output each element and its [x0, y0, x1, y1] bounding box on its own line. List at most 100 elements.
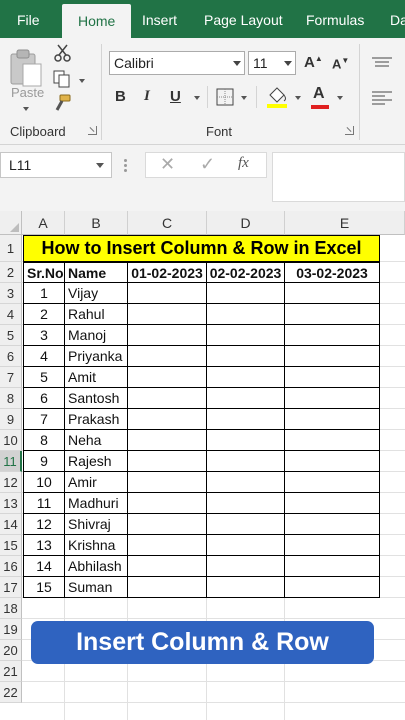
- underline-button[interactable]: U: [170, 88, 181, 105]
- paste-dropdown-icon[interactable]: [23, 107, 29, 111]
- insert-function-icon[interactable]: fx: [238, 155, 249, 172]
- date-value-cell[interactable]: [285, 367, 380, 388]
- cancel-icon[interactable]: ✕: [160, 154, 175, 175]
- date-value-cell[interactable]: [128, 388, 207, 409]
- date-value-cell[interactable]: [207, 472, 285, 493]
- clipboard-launcher-icon[interactable]: [88, 126, 97, 135]
- row-header-11[interactable]: 11: [0, 451, 22, 472]
- sheet-title-cell[interactable]: How to Insert Column & Row in Excel: [23, 235, 380, 262]
- tab-data[interactable]: Da: [390, 0, 405, 38]
- date-value-cell[interactable]: [207, 493, 285, 514]
- row-header-1[interactable]: 1: [0, 235, 22, 262]
- name-cell[interactable]: Suman: [65, 577, 128, 598]
- date-value-cell[interactable]: [207, 430, 285, 451]
- copy-dropdown-icon[interactable]: [79, 79, 85, 83]
- date-value-cell[interactable]: [285, 409, 380, 430]
- date-value-cell[interactable]: [207, 325, 285, 346]
- name-cell[interactable]: Shivraj: [65, 514, 128, 535]
- name-cell[interactable]: Madhuri: [65, 493, 128, 514]
- date-value-cell[interactable]: [207, 514, 285, 535]
- bold-button[interactable]: B: [115, 88, 126, 105]
- date-value-cell[interactable]: [285, 451, 380, 472]
- date-value-cell[interactable]: [285, 577, 380, 598]
- date-value-cell[interactable]: [285, 283, 380, 304]
- date-value-cell[interactable]: [207, 304, 285, 325]
- tab-file[interactable]: File: [17, 0, 40, 38]
- row-header-18[interactable]: 18: [0, 598, 22, 619]
- row-header-16[interactable]: 16: [0, 556, 22, 577]
- sr-no-cell[interactable]: 10: [23, 472, 65, 493]
- name-cell[interactable]: Abhilash: [65, 556, 128, 577]
- row-header-2[interactable]: 2: [0, 262, 22, 283]
- date-value-cell[interactable]: [128, 409, 207, 430]
- sr-no-cell[interactable]: 5: [23, 367, 65, 388]
- name-cell[interactable]: Vijay: [65, 283, 128, 304]
- row-header-12[interactable]: 12: [0, 472, 22, 493]
- select-all-corner[interactable]: [0, 211, 22, 235]
- column-header-a[interactable]: A: [22, 211, 65, 235]
- date-value-cell[interactable]: [128, 304, 207, 325]
- font-color-dropdown-icon[interactable]: [337, 96, 343, 100]
- row-header-5[interactable]: 5: [0, 325, 22, 346]
- sr-no-cell[interactable]: 8: [23, 430, 65, 451]
- borders-icon[interactable]: [216, 88, 234, 106]
- date-value-cell[interactable]: [207, 409, 285, 430]
- date-value-cell[interactable]: [207, 577, 285, 598]
- date-value-cell[interactable]: [128, 451, 207, 472]
- row-header-7[interactable]: 7: [0, 367, 22, 388]
- tab-formulas[interactable]: Formulas: [306, 0, 364, 38]
- row-header-8[interactable]: 8: [0, 388, 22, 409]
- row-header-4[interactable]: 4: [0, 304, 22, 325]
- grow-font-button[interactable]: A▲: [304, 54, 323, 71]
- name-cell[interactable]: Manoj: [65, 325, 128, 346]
- column-header-d[interactable]: D: [207, 211, 285, 235]
- row-header-19[interactable]: 19: [0, 619, 22, 640]
- name-cell[interactable]: Priyanka: [65, 346, 128, 367]
- date-value-cell[interactable]: [128, 346, 207, 367]
- date-value-cell[interactable]: [207, 283, 285, 304]
- date-value-cell[interactable]: [285, 388, 380, 409]
- shrink-font-button[interactable]: A▼: [332, 56, 349, 71]
- sr-no-cell[interactable]: 14: [23, 556, 65, 577]
- name-cell[interactable]: Rahul: [65, 304, 128, 325]
- sr-no-cell[interactable]: 7: [23, 409, 65, 430]
- fill-color-dropdown-icon[interactable]: [295, 96, 301, 100]
- name-box[interactable]: L11: [0, 152, 112, 178]
- sr-no-cell[interactable]: 2: [23, 304, 65, 325]
- name-cell[interactable]: Rajesh: [65, 451, 128, 472]
- date-value-cell[interactable]: [207, 346, 285, 367]
- row-header-3[interactable]: 3: [0, 283, 22, 304]
- sr-no-cell[interactable]: 11: [23, 493, 65, 514]
- sr-no-cell[interactable]: 15: [23, 577, 65, 598]
- date-value-cell[interactable]: [285, 535, 380, 556]
- date-value-cell[interactable]: [285, 472, 380, 493]
- name-cell[interactable]: Prakash: [65, 409, 128, 430]
- date-value-cell[interactable]: [128, 493, 207, 514]
- row-header-15[interactable]: 15: [0, 535, 22, 556]
- tab-insert[interactable]: Insert: [142, 0, 177, 38]
- date-value-cell[interactable]: [128, 430, 207, 451]
- paste-icon[interactable]: [9, 46, 45, 88]
- row-header-10[interactable]: 10: [0, 430, 22, 451]
- sr-no-cell[interactable]: 3: [23, 325, 65, 346]
- header-cell[interactable]: 02-02-2023: [207, 262, 285, 283]
- name-cell[interactable]: Krishna: [65, 535, 128, 556]
- row-header-9[interactable]: 9: [0, 409, 22, 430]
- date-value-cell[interactable]: [207, 451, 285, 472]
- enter-check-icon[interactable]: ✓: [200, 154, 215, 175]
- date-value-cell[interactable]: [285, 304, 380, 325]
- column-header-e[interactable]: E: [285, 211, 405, 235]
- date-value-cell[interactable]: [207, 367, 285, 388]
- header-cell[interactable]: 01-02-2023: [128, 262, 207, 283]
- sr-no-cell[interactable]: 1: [23, 283, 65, 304]
- date-value-cell[interactable]: [128, 577, 207, 598]
- name-cell[interactable]: Santosh: [65, 388, 128, 409]
- date-value-cell[interactable]: [207, 388, 285, 409]
- date-value-cell[interactable]: [285, 493, 380, 514]
- sr-no-cell[interactable]: 4: [23, 346, 65, 367]
- header-cell[interactable]: Name: [65, 262, 128, 283]
- date-value-cell[interactable]: [128, 325, 207, 346]
- row-header-22[interactable]: 22: [0, 682, 22, 703]
- paste-label[interactable]: Paste: [11, 85, 44, 100]
- sr-no-cell[interactable]: 9: [23, 451, 65, 472]
